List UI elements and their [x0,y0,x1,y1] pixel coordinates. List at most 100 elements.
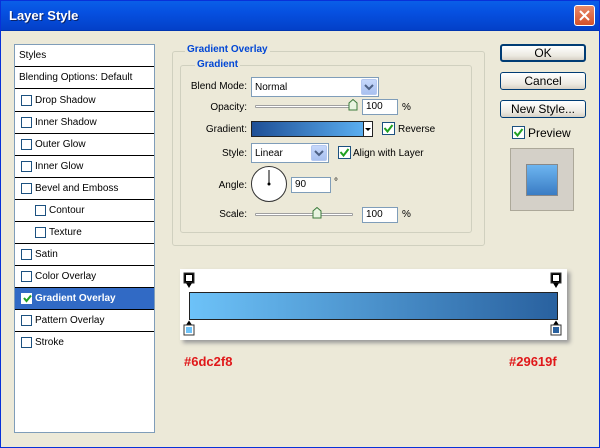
style-item-label: Satin [35,249,58,260]
style-item-texture[interactable]: Texture [15,222,154,244]
style-item-label: Texture [49,227,82,238]
blend-mode-select[interactable]: Normal [251,77,379,97]
style-item-label: Drop Shadow [35,95,96,106]
scale-slider-track[interactable] [255,213,353,216]
blending-options-item[interactable]: Blending Options: Default [15,67,154,89]
opacity-label: Opacity: [210,102,247,113]
style-label: Style: [221,148,247,159]
reverse-label: Reverse [398,124,436,135]
gradient-swatch[interactable] [251,121,364,137]
style-value: Linear [255,148,283,159]
scale-input[interactable]: 100 [362,207,398,223]
style-item-stroke[interactable]: Stroke [15,332,154,354]
style-item-label: Gradient Overlay [35,293,116,304]
preview-swatch [526,164,558,196]
color-overlay-checkbox[interactable] [21,271,32,282]
style-item-label: Stroke [35,337,64,348]
styles-header[interactable]: Styles [15,45,154,67]
texture-checkbox[interactable] [35,227,46,238]
opacity-slider-thumb[interactable] [348,99,358,111]
scale-unit: % [402,209,411,220]
checkmark-icon [339,148,350,158]
dropdown-arrow[interactable] [311,145,327,161]
title-bar[interactable]: Layer Style [1,1,599,31]
left-color-hex: #6dc2f8 [184,354,233,369]
angle-needle-icon [267,170,271,186]
opacity-input[interactable]: 100 [362,99,398,115]
style-item-label: Inner Shadow [35,117,97,128]
preview-checkbox[interactable] [512,126,525,139]
right-color-hex: #29619f [509,354,557,369]
align-with-layer-label: Align with Layer [353,148,424,159]
cancel-button[interactable]: Cancel [500,72,586,90]
scale-slider-thumb[interactable] [312,207,322,219]
style-item-label: Contour [49,205,85,216]
style-item-bevel-emboss[interactable]: Bevel and Emboss [15,178,154,200]
gradient-picker-button[interactable] [363,121,373,137]
style-item-inner-shadow[interactable]: Inner Shadow [15,112,154,134]
style-item-label: Color Overlay [35,271,97,282]
style-preview [510,148,574,211]
gradient-overlay-checkbox[interactable] [21,293,32,304]
blend-mode-label: Blend Mode: [190,81,247,92]
reverse-checkbox[interactable] [382,122,395,135]
angle-input[interactable]: 90 [291,177,331,193]
gradient-label: Gradient: [205,124,247,135]
align-with-layer-checkbox[interactable] [338,146,351,159]
drop-shadow-checkbox[interactable] [21,95,32,106]
style-item-inner-glow[interactable]: Inner Glow [15,156,154,178]
new-style-button[interactable]: New Style... [500,100,586,118]
close-icon [579,10,590,21]
style-item-label: Pattern Overlay [35,315,105,326]
satin-checkbox[interactable] [21,249,32,260]
layer-style-dialog: Layer Style Styles Blending Options: Def… [0,0,600,448]
angle-dial[interactable] [251,166,287,202]
blending-options-label: Blending Options: Default [19,72,133,83]
style-item-label: Bevel and Emboss [35,183,119,194]
style-item-gradient-overlay[interactable]: Gradient Overlay [15,288,154,310]
preview-label: Preview [528,126,571,140]
inner-glow-checkbox[interactable] [21,161,32,172]
section-title: Gradient Overlay [185,44,270,55]
style-item-contour[interactable]: Contour [15,200,154,222]
color-stop-left[interactable] [183,320,195,337]
gradient-editor-panel [180,269,567,340]
styles-header-label: Styles [19,50,47,61]
checkmark-icon [513,128,524,138]
style-item-satin[interactable]: Satin [15,244,154,266]
checkmark-icon [23,294,32,303]
contour-checkbox[interactable] [35,205,46,216]
caret-down-icon [365,128,371,131]
style-item-drop-shadow[interactable]: Drop Shadow [15,90,154,112]
style-item-label: Outer Glow [35,139,86,150]
chevron-down-icon [314,150,324,157]
opacity-stop-right[interactable] [550,272,562,289]
style-item-pattern-overlay[interactable]: Pattern Overlay [15,310,154,332]
stroke-checkbox[interactable] [21,337,32,348]
outer-glow-checkbox[interactable] [21,139,32,150]
chevron-down-icon [364,84,374,91]
close-button[interactable] [574,5,595,26]
gradient-bar[interactable] [189,292,558,320]
angle-label: Angle: [218,180,247,191]
window-title: Layer Style [9,8,79,23]
opacity-unit: % [402,102,411,113]
gradient-group-title: Gradient [195,59,241,70]
pattern-overlay-checkbox[interactable] [21,315,32,326]
scale-label: Scale: [219,209,247,220]
styles-list: Styles Blending Options: Default Drop Sh… [14,44,155,433]
style-item-color-overlay[interactable]: Color Overlay [15,266,154,288]
dropdown-arrow[interactable] [361,79,377,95]
inner-shadow-checkbox[interactable] [21,117,32,128]
checkmark-icon [383,124,394,134]
angle-unit: ° [334,177,338,188]
bevel-emboss-checkbox[interactable] [21,183,32,194]
opacity-slider-track[interactable] [255,105,355,108]
opacity-stop-left[interactable] [183,272,195,289]
color-stop-right[interactable] [550,320,562,337]
style-item-outer-glow[interactable]: Outer Glow [15,134,154,156]
ok-button[interactable]: OK [500,44,586,62]
blend-mode-value: Normal [255,82,288,93]
style-item-label: Inner Glow [35,161,84,172]
style-select[interactable]: Linear [251,143,329,163]
